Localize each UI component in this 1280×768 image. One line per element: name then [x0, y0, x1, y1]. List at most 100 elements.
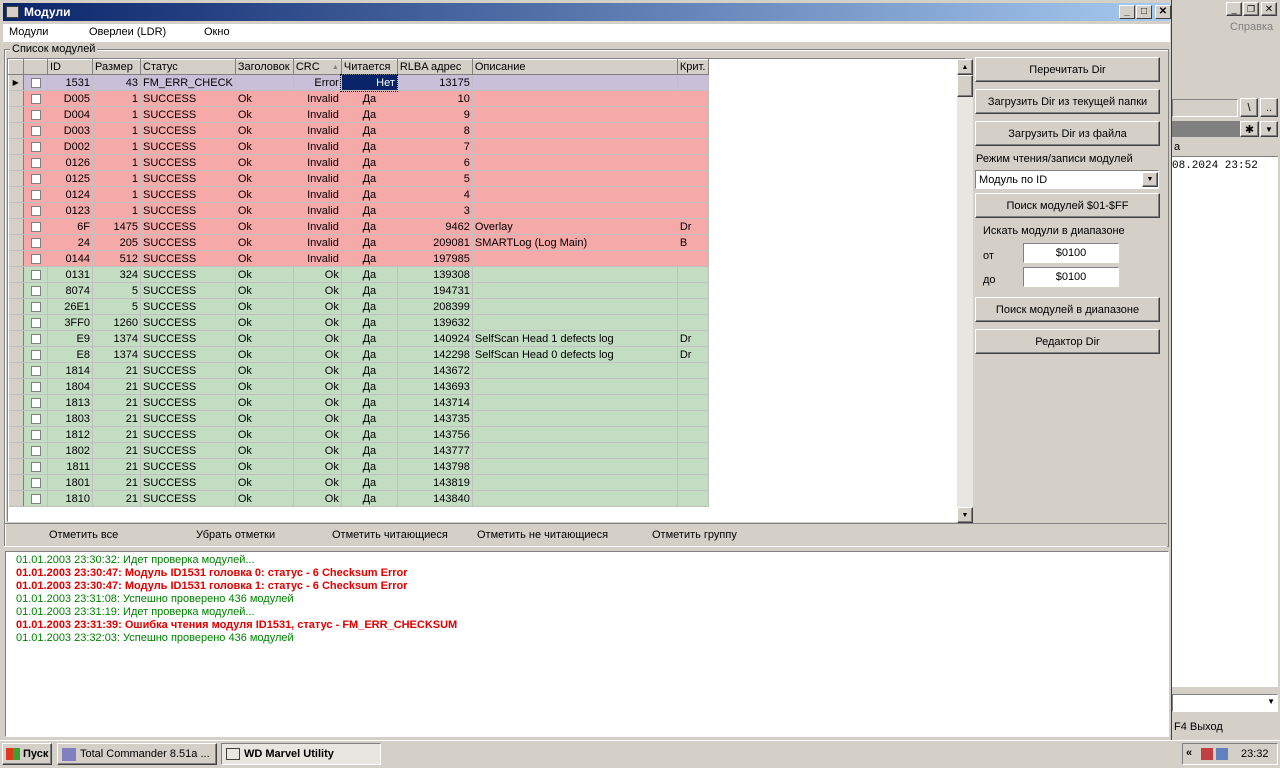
start-button[interactable]: Пуск — [2, 743, 52, 765]
column-header-critical[interactable]: Крит. — [676, 59, 709, 75]
tray-network-icon[interactable] — [1216, 748, 1228, 760]
checkbox[interactable] — [30, 109, 41, 120]
bg-path-up-button[interactable]: .. — [1260, 98, 1278, 117]
row-checkbox[interactable] — [23, 122, 48, 139]
checkbox[interactable] — [30, 189, 41, 200]
checkbox[interactable] — [30, 317, 41, 328]
row-checkbox[interactable] — [23, 378, 48, 395]
row-checkbox[interactable] — [23, 298, 48, 315]
row-checkbox[interactable] — [23, 314, 48, 331]
table-row[interactable]: 1812 21 SUCCESS Ok Ok Да 143756 — [8, 426, 709, 443]
row-checkbox[interactable] — [23, 74, 48, 91]
table-row[interactable]: 0123 1 SUCCESS Ok Invalid Да 3 — [8, 202, 709, 219]
row-checkbox[interactable] — [23, 426, 48, 443]
table-row[interactable]: 0124 1 SUCCESS Ok Invalid Да 4 — [8, 186, 709, 203]
modules-grid[interactable]: ID Размер Статус Заголовок CRC ▲ Читается… — [7, 58, 973, 523]
chevron-down-icon[interactable]: ▼ — [1267, 697, 1275, 706]
table-row[interactable]: D003 1 SUCCESS Ok Invalid Да 8 — [8, 122, 709, 139]
column-header-description[interactable]: Описание — [471, 59, 678, 75]
table-row[interactable]: E8 1374 SUCCESS Ok Ok Да 142298 SelfScan Head 0… — [8, 346, 709, 363]
table-row[interactable]: 1804 21 SUCCESS Ok Ok Да 143693 — [8, 378, 709, 395]
row-checkbox[interactable] — [23, 282, 48, 299]
row-checkbox[interactable] — [23, 186, 48, 203]
row-checkbox[interactable] — [23, 346, 48, 363]
row-checkbox[interactable] — [23, 442, 48, 459]
dir-editor-button[interactable]: Редактор Dir — [975, 329, 1160, 354]
search-01-ff-button[interactable]: Поиск модулей $01-$FF — [975, 193, 1160, 218]
checkbox[interactable] — [30, 221, 41, 232]
scroll-up-button[interactable]: ▲ — [957, 59, 973, 75]
task-total-commander[interactable]: Total Commander 8.51a ... — [57, 743, 217, 765]
menu-window[interactable]: Окно — [204, 26, 230, 38]
column-header-crc[interactable]: CRC ▲ — [292, 59, 342, 75]
table-row[interactable]: 1811 21 SUCCESS Ok Ok Да 143798 — [8, 458, 709, 475]
checkbox[interactable] — [30, 429, 41, 440]
row-checkbox[interactable] — [23, 330, 48, 347]
row-checkbox[interactable] — [23, 458, 48, 475]
bg-dropdown-button[interactable]: ▼ — [1260, 121, 1278, 137]
unmark-button[interactable]: Убрать отметки — [196, 529, 275, 541]
table-row[interactable]: 24 205 SUCCESS Ok Invalid Да 209081 SMARTLog (L… — [8, 234, 709, 251]
close-button[interactable]: ✕ — [1155, 5, 1171, 19]
help-menu[interactable]: Справка — [1230, 21, 1273, 33]
checkbox[interactable] — [30, 237, 41, 248]
load-dir-current-button[interactable]: Загрузить Dir из текущей папки — [975, 89, 1160, 114]
row-checkbox[interactable] — [23, 250, 48, 267]
bg-close-button[interactable]: ✕ — [1261, 2, 1277, 16]
maximize-button[interactable]: □ — [1136, 5, 1152, 19]
row-checkbox[interactable] — [23, 154, 48, 171]
tray-expand-icon[interactable]: « — [1186, 747, 1192, 759]
checkbox[interactable] — [30, 381, 41, 392]
row-checkbox[interactable] — [23, 106, 48, 123]
checkbox[interactable] — [30, 477, 41, 488]
bg-restore-button[interactable]: ❐ — [1243, 2, 1259, 16]
column-header-rlba[interactable]: RLBA адрес — [396, 59, 473, 75]
table-row[interactable]: ▶ 1531 43 FM_ERR_CHECK Error Нет 13175 — [8, 73, 709, 92]
mode-select[interactable]: Модуль по ID ▼ — [975, 170, 1159, 189]
checkbox[interactable] — [30, 77, 41, 88]
bg-path-root-button[interactable]: \ — [1240, 98, 1258, 117]
checkbox[interactable] — [30, 93, 41, 104]
checkbox[interactable] — [30, 157, 41, 168]
f4-exit-button[interactable]: F4 Выход — [1172, 719, 1278, 737]
checkbox[interactable] — [30, 333, 41, 344]
checkbox[interactable] — [30, 445, 41, 456]
chevron-down-icon[interactable]: ▼ — [1142, 172, 1158, 187]
checkbox[interactable] — [30, 205, 41, 216]
table-row[interactable]: 6F 1475 SUCCESS Ok Invalid Да 9462 Overlay Dr — [8, 218, 709, 235]
checkbox[interactable] — [30, 301, 41, 312]
table-row[interactable]: 1802 21 SUCCESS Ok Ok Да 143777 — [8, 442, 709, 459]
scroll-down-button[interactable]: ▼ — [957, 507, 973, 523]
column-header-readable[interactable]: Читается — [340, 59, 398, 75]
table-row[interactable]: 1814 21 SUCCESS Ok Ok Да 143672 — [8, 362, 709, 379]
checkbox[interactable] — [30, 349, 41, 360]
from-input[interactable]: $0100 — [1023, 243, 1119, 263]
checkbox[interactable] — [30, 413, 41, 424]
task-wd-marvel[interactable]: WD Marvel Utility — [221, 743, 381, 765]
menu-modules[interactable]: Модули — [9, 26, 48, 38]
bg-minimize-button[interactable]: _ — [1226, 2, 1242, 16]
row-checkbox[interactable] — [23, 170, 48, 187]
table-row[interactable]: 0126 1 SUCCESS Ok Invalid Да 6 — [8, 154, 709, 171]
table-row[interactable]: D004 1 SUCCESS Ok Invalid Да 9 — [8, 106, 709, 123]
bg-path-field[interactable] — [1172, 99, 1238, 117]
column-header-status[interactable]: Статус — [140, 59, 236, 75]
row-checkbox[interactable] — [23, 266, 48, 283]
row-checkbox[interactable] — [23, 218, 48, 235]
menu-overlays[interactable]: Оверлеи (LDR) — [89, 26, 166, 38]
row-checkbox[interactable] — [23, 490, 48, 507]
to-input[interactable]: $0100 — [1023, 267, 1119, 287]
checkbox[interactable] — [30, 269, 41, 280]
row-checkbox[interactable] — [23, 138, 48, 155]
checkbox[interactable] — [30, 125, 41, 136]
scroll-thumb[interactable] — [957, 75, 973, 97]
row-checkbox[interactable] — [23, 90, 48, 107]
table-row[interactable]: 0131 324 SUCCESS Ok Ok Да 139308 — [8, 266, 709, 283]
table-row[interactable]: 0144 512 SUCCESS Ok Invalid Да 197985 — [8, 250, 709, 267]
checkbox[interactable] — [30, 173, 41, 184]
bg-command-line[interactable]: ▼ — [1172, 694, 1278, 712]
row-checkbox[interactable] — [23, 410, 48, 427]
table-row[interactable]: 26E1 5 SUCCESS Ok Ok Да 208399 — [8, 298, 709, 315]
checkbox[interactable] — [30, 493, 41, 504]
table-row[interactable]: E9 1374 SUCCESS Ok Ok Да 140924 SelfScan Head 1… — [8, 330, 709, 347]
